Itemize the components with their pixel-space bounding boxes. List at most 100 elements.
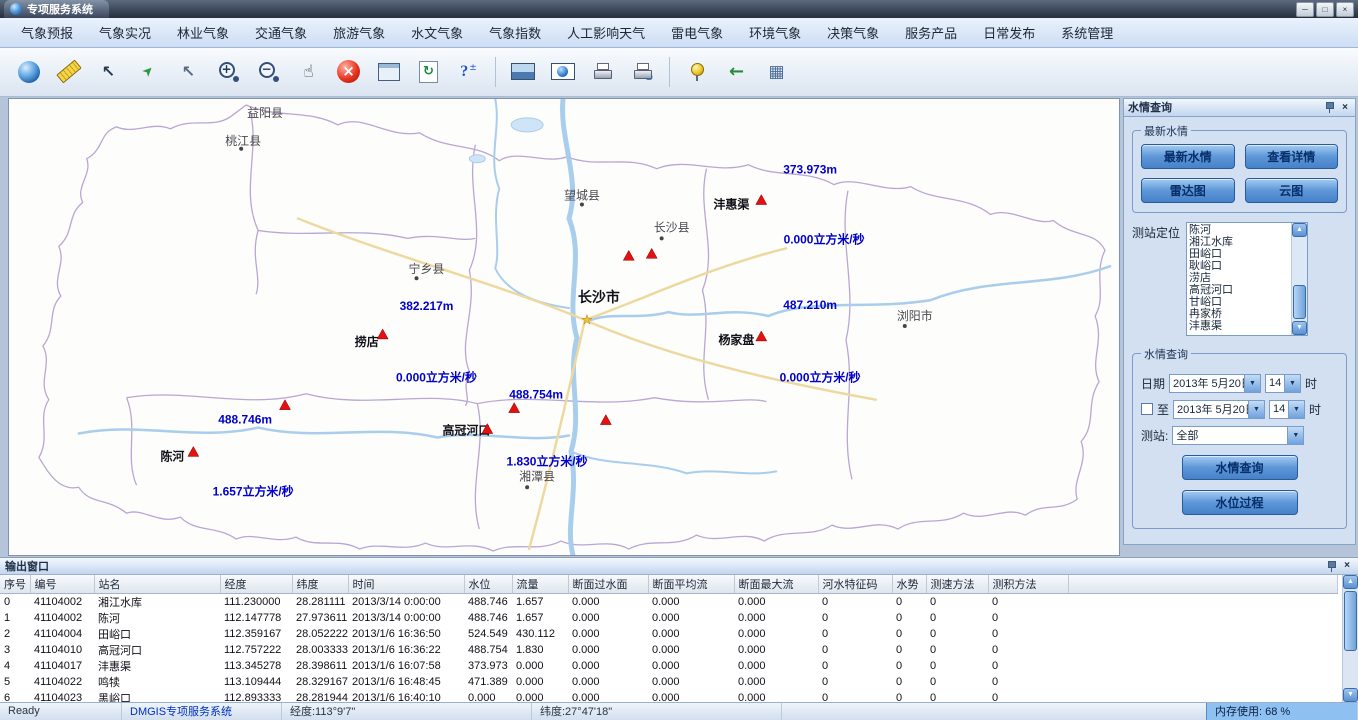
menu-item-10[interactable]: 环境气象: [736, 23, 814, 42]
listbox-scrollbar[interactable]: ▲ ▼: [1291, 223, 1307, 335]
station-list-item[interactable]: 冉家桥: [1189, 308, 1291, 320]
station-marker-icon[interactable]: [646, 248, 657, 258]
dropdown-arrow-icon[interactable]: ▼: [1284, 375, 1300, 392]
back-tool[interactable]: [720, 54, 753, 90]
start-date-select[interactable]: 2013年 5月20日 ▼: [1169, 374, 1261, 393]
scroll-down-icon[interactable]: ▼: [1343, 688, 1358, 702]
station-marker-icon[interactable]: [756, 331, 767, 341]
menu-item-1[interactable]: 气象预报: [8, 23, 86, 42]
radar-chart-button[interactable]: 雷达图: [1141, 178, 1235, 203]
menu-item-8[interactable]: 人工影响天气: [554, 23, 658, 42]
table-row[interactable]: 541104022鸣犊113.10944428.3291672013/1/6 1…: [0, 674, 1338, 690]
close-button[interactable]: ×: [1336, 2, 1354, 17]
map-canvas[interactable]: 益阳县桃江县宁乡县望城县长沙县浏阳市湘潭县长沙市沣惠渠捞店陈河高冠河口杨家盘37…: [9, 99, 1119, 555]
station-list-item[interactable]: 涝店: [1189, 272, 1291, 284]
print-preview-tool[interactable]: [626, 54, 659, 90]
table-row[interactable]: 641104023黑峪口112.89333328.2819442013/1/6 …: [0, 690, 1338, 702]
station-marker-icon[interactable]: [280, 399, 291, 409]
column-header[interactable]: 断面平均流: [648, 575, 734, 594]
pin-icon[interactable]: [1326, 560, 1337, 572]
water-query-button[interactable]: 水情查询: [1182, 455, 1298, 480]
to-date-checkbox[interactable]: [1141, 403, 1153, 415]
clear-selection-tool[interactable]: [172, 54, 205, 90]
menu-item-2[interactable]: 气象实况: [86, 23, 164, 42]
map-view-tool[interactable]: [506, 54, 539, 90]
zoom-in-tool[interactable]: [212, 54, 245, 90]
dropdown-arrow-icon[interactable]: ▼: [1287, 427, 1303, 444]
view-details-button[interactable]: 查看详情: [1245, 144, 1339, 169]
menu-item-3[interactable]: 林业气象: [164, 23, 242, 42]
full-extent-tool[interactable]: [760, 54, 793, 90]
end-date-select[interactable]: 2013年 5月20日 ▼: [1173, 400, 1265, 419]
station-select[interactable]: 全部 ▼: [1172, 426, 1304, 445]
dropdown-arrow-icon[interactable]: ▼: [1244, 375, 1260, 392]
menu-item-4[interactable]: 交通气象: [242, 23, 320, 42]
scroll-down-icon[interactable]: ▼: [1292, 321, 1307, 335]
menu-item-9[interactable]: 雷电气象: [658, 23, 736, 42]
station-marker-icon[interactable]: [600, 414, 611, 424]
column-header[interactable]: 经度: [220, 575, 292, 594]
select-features-tool[interactable]: [92, 54, 125, 90]
measure-tool[interactable]: [52, 54, 85, 90]
dropdown-arrow-icon[interactable]: ▼: [1288, 401, 1304, 418]
station-list-item[interactable]: 耿峪口: [1189, 260, 1291, 272]
scroll-up-icon[interactable]: ▲: [1292, 223, 1307, 237]
table-row[interactable]: 441104017沣惠渠113.34527828.3986112013/1/6 …: [0, 658, 1338, 674]
station-list-item[interactable]: 湘江水库: [1189, 236, 1291, 248]
pin-icon[interactable]: [1324, 101, 1335, 113]
table-row[interactable]: 041104002湘江水库111.23000028.2811112013/3/1…: [0, 593, 1338, 610]
column-header[interactable]: 测积方法: [988, 575, 1068, 594]
close-icon[interactable]: ×: [1341, 560, 1353, 572]
latest-water-button[interactable]: 最新水情: [1141, 144, 1235, 169]
menu-item-13[interactable]: 日常发布: [970, 23, 1048, 42]
station-marker-icon[interactable]: [188, 446, 199, 456]
column-header[interactable]: 时间: [348, 575, 464, 594]
map-area[interactable]: 益阳县桃江县宁乡县望城县长沙县浏阳市湘潭县长沙市沣惠渠捞店陈河高冠河口杨家盘37…: [8, 98, 1120, 556]
column-header[interactable]: 河水特征码: [818, 575, 892, 594]
cloud-image-button[interactable]: 云图: [1245, 178, 1339, 203]
menu-item-7[interactable]: 气象指数: [476, 23, 554, 42]
stop-tool[interactable]: [332, 54, 365, 90]
column-header[interactable]: 站名: [94, 575, 220, 594]
zoom-out-tool[interactable]: [252, 54, 285, 90]
menu-item-11[interactable]: 决策气象: [814, 23, 892, 42]
table-vertical-scrollbar[interactable]: ▲ ▼: [1342, 575, 1358, 702]
close-icon[interactable]: ×: [1339, 101, 1351, 113]
water-level-process-button[interactable]: 水位过程: [1182, 490, 1298, 515]
station-list-item[interactable]: 高冠河口: [1189, 284, 1291, 296]
station-marker-icon[interactable]: [623, 250, 634, 260]
help-tool[interactable]: [452, 54, 485, 90]
column-header[interactable]: 断面过水面: [568, 575, 648, 594]
station-list-item[interactable]: 沣惠渠: [1189, 320, 1291, 332]
end-hour-select[interactable]: 14 ▼: [1269, 400, 1305, 419]
column-header[interactable]: 流量: [512, 575, 568, 594]
globe-tool[interactable]: [12, 54, 45, 90]
table-row[interactable]: 141104002陈河112.14777827.9736112013/3/14 …: [0, 610, 1338, 626]
print-tool[interactable]: [586, 54, 619, 90]
scrollbar-thumb[interactable]: [1344, 591, 1357, 651]
dropdown-arrow-icon[interactable]: ▼: [1248, 401, 1264, 418]
station-marker-icon[interactable]: [377, 329, 388, 339]
menu-item-14[interactable]: 系统管理: [1048, 23, 1126, 42]
scroll-up-icon[interactable]: ▲: [1343, 575, 1358, 589]
column-header[interactable]: 水势: [892, 575, 926, 594]
marker-tool[interactable]: [680, 54, 713, 90]
station-list-item[interactable]: 甘峪口: [1189, 296, 1291, 308]
column-header[interactable]: 测速方法: [926, 575, 988, 594]
station-list-item[interactable]: 陈河: [1189, 224, 1291, 236]
column-header[interactable]: 水位: [464, 575, 512, 594]
pan-tool[interactable]: [292, 54, 325, 90]
station-marker-icon[interactable]: [756, 194, 767, 204]
column-header[interactable]: 编号: [30, 575, 94, 594]
menu-item-12[interactable]: 服务产品: [892, 23, 970, 42]
fit-window-tool[interactable]: [372, 54, 405, 90]
station-marker-icon[interactable]: [509, 402, 520, 412]
table-row[interactable]: 241104004田峪口112.35916728.0522222013/1/6 …: [0, 626, 1338, 642]
column-header[interactable]: 纬度: [292, 575, 348, 594]
minimize-button[interactable]: ─: [1296, 2, 1314, 17]
station-listbox[interactable]: 陈河湘江水库田峪口耿峪口涝店高冠河口甘峪口冉家桥沣惠渠 ▲ ▼: [1186, 222, 1308, 336]
refresh-tool[interactable]: [412, 54, 445, 90]
column-header[interactable]: 断面最大流: [734, 575, 818, 594]
station-list-item[interactable]: 田峪口: [1189, 248, 1291, 260]
scrollbar-thumb[interactable]: [1293, 285, 1306, 319]
